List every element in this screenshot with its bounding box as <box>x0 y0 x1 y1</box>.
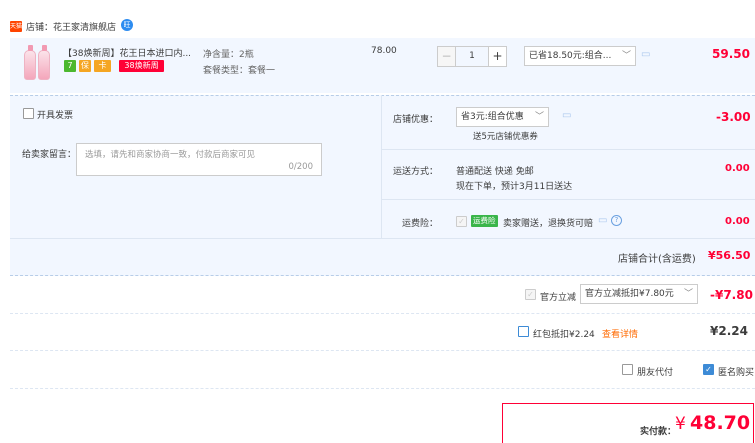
shop-name[interactable]: 店铺：花王家清旗舰店 <box>26 20 116 33</box>
redpacket-checkbox[interactable] <box>518 326 529 337</box>
shop-total-value: ¥56.50 <box>708 249 751 262</box>
increase-quantity-button[interactable]: + <box>488 46 507 67</box>
comment-icon[interactable]: ▭ <box>641 49 650 60</box>
guarantee-icon: 保 <box>79 60 91 72</box>
official-discount-value: -¥7.80 <box>710 288 753 302</box>
promo-tag: 38焕新周 <box>119 60 164 72</box>
shipping-value: 0.00 <box>725 163 750 174</box>
invoice-label: 开具发票 <box>37 111 74 121</box>
divider <box>10 313 755 314</box>
insurance-badge: 运费险 <box>471 215 498 227</box>
payment-label: 实付款： <box>640 427 677 437</box>
spec-package-type: 套餐类型：套餐一 <box>203 66 276 76</box>
comment-icon[interactable]: ▭ <box>562 110 571 121</box>
shop-discount-value: -3.00 <box>716 110 751 124</box>
invoice-checkbox[interactable] <box>23 108 34 119</box>
shop-total-label: 店铺合计(含运费) <box>618 254 696 265</box>
shipping-label: 运送方式： <box>392 167 438 177</box>
divider <box>10 388 755 389</box>
official-discount-checkbox: ✓ <box>525 289 536 300</box>
divider <box>382 149 755 150</box>
divider <box>10 238 755 239</box>
product-thumbnail[interactable] <box>22 44 52 80</box>
official-discount-select[interactable]: 官方立减抵扣¥7.80元 ﹀ <box>580 284 698 304</box>
redpacket-details-link[interactable]: 查看详情 <box>602 327 638 340</box>
item-subtotal: 59.50 <box>712 47 750 61</box>
shop-discount-select[interactable]: 省3元:组合优惠 ﹀ <box>456 107 549 127</box>
official-discount-select-value: 官方立减抵扣¥7.80元 <box>585 289 674 299</box>
shipping-eta: 现在下单，预计3月11日送达 <box>456 182 573 192</box>
shipping-method: 普通配送 快递 免邮 <box>456 167 534 177</box>
item-discount-select-value: 已省18.50元:组合... <box>529 51 612 61</box>
payment-currency: ¥ <box>675 414 686 434</box>
insurance-checkbox: ✓ <box>456 216 467 227</box>
quantity-input[interactable]: 1 <box>456 46 488 67</box>
redpacket-label: 红包抵扣¥2.24 <box>533 330 595 340</box>
friend-pay-checkbox[interactable] <box>622 364 633 375</box>
insurance-label: 运费险： <box>401 219 438 229</box>
payment-amount: 48.70 <box>690 412 751 434</box>
seven-day-return-icon: 7 <box>64 60 76 72</box>
quantity-stepper: − 1 + <box>437 46 507 67</box>
redpacket-value: ¥2.24 <box>710 324 748 338</box>
chevron-down-icon: ﹀ <box>534 112 544 122</box>
shop-discount-select-value: 省3元:组合优惠 <box>461 112 524 122</box>
shop-discount-label: 店铺优惠： <box>392 115 438 125</box>
spec-net-content: 净含量：2瓶 <box>203 50 254 60</box>
insurance-text: 卖家赠送，退换货可赔 <box>503 219 594 229</box>
insurance-value: 0.00 <box>725 216 750 227</box>
credit-card-icon: 卡 <box>94 60 111 72</box>
anonymous-checkbox[interactable]: ✓ <box>703 364 714 375</box>
message-placeholder: 选填，请先和商家协商一致，付款后商家可见 <box>85 150 256 160</box>
friend-pay-label: 朋友代付 <box>637 368 674 378</box>
comment-icon[interactable]: ▭ <box>598 215 607 226</box>
chevron-down-icon: ﹀ <box>621 51 631 61</box>
divider <box>382 199 755 200</box>
anonymous-label: 匿名购买 <box>718 368 755 378</box>
item-discount-select[interactable]: 已省18.50元:组合... ﹀ <box>524 46 636 66</box>
message-textarea[interactable]: 选填，请先和商家协商一致，付款后商家可见 0/200 <box>76 143 322 176</box>
official-discount-label: 官方立减 <box>540 293 577 303</box>
unit-price: 78.00 <box>371 46 397 56</box>
chevron-down-icon: ﹀ <box>683 289 693 299</box>
help-icon[interactable]: ? <box>611 215 622 226</box>
divider <box>10 350 755 351</box>
product-title[interactable]: 【38焕新周】花王日本进口内... <box>63 46 195 59</box>
tmall-shop-icon: 天猫 <box>10 21 23 32</box>
shop-coupon-note: 送5元店铺优惠券 <box>473 132 538 142</box>
message-label: 给卖家留言： <box>22 150 77 160</box>
wangwang-chat-icon[interactable]: 旺 <box>121 19 133 31</box>
decrease-quantity-button[interactable]: − <box>437 46 456 67</box>
message-counter: 0/200 <box>288 162 314 172</box>
